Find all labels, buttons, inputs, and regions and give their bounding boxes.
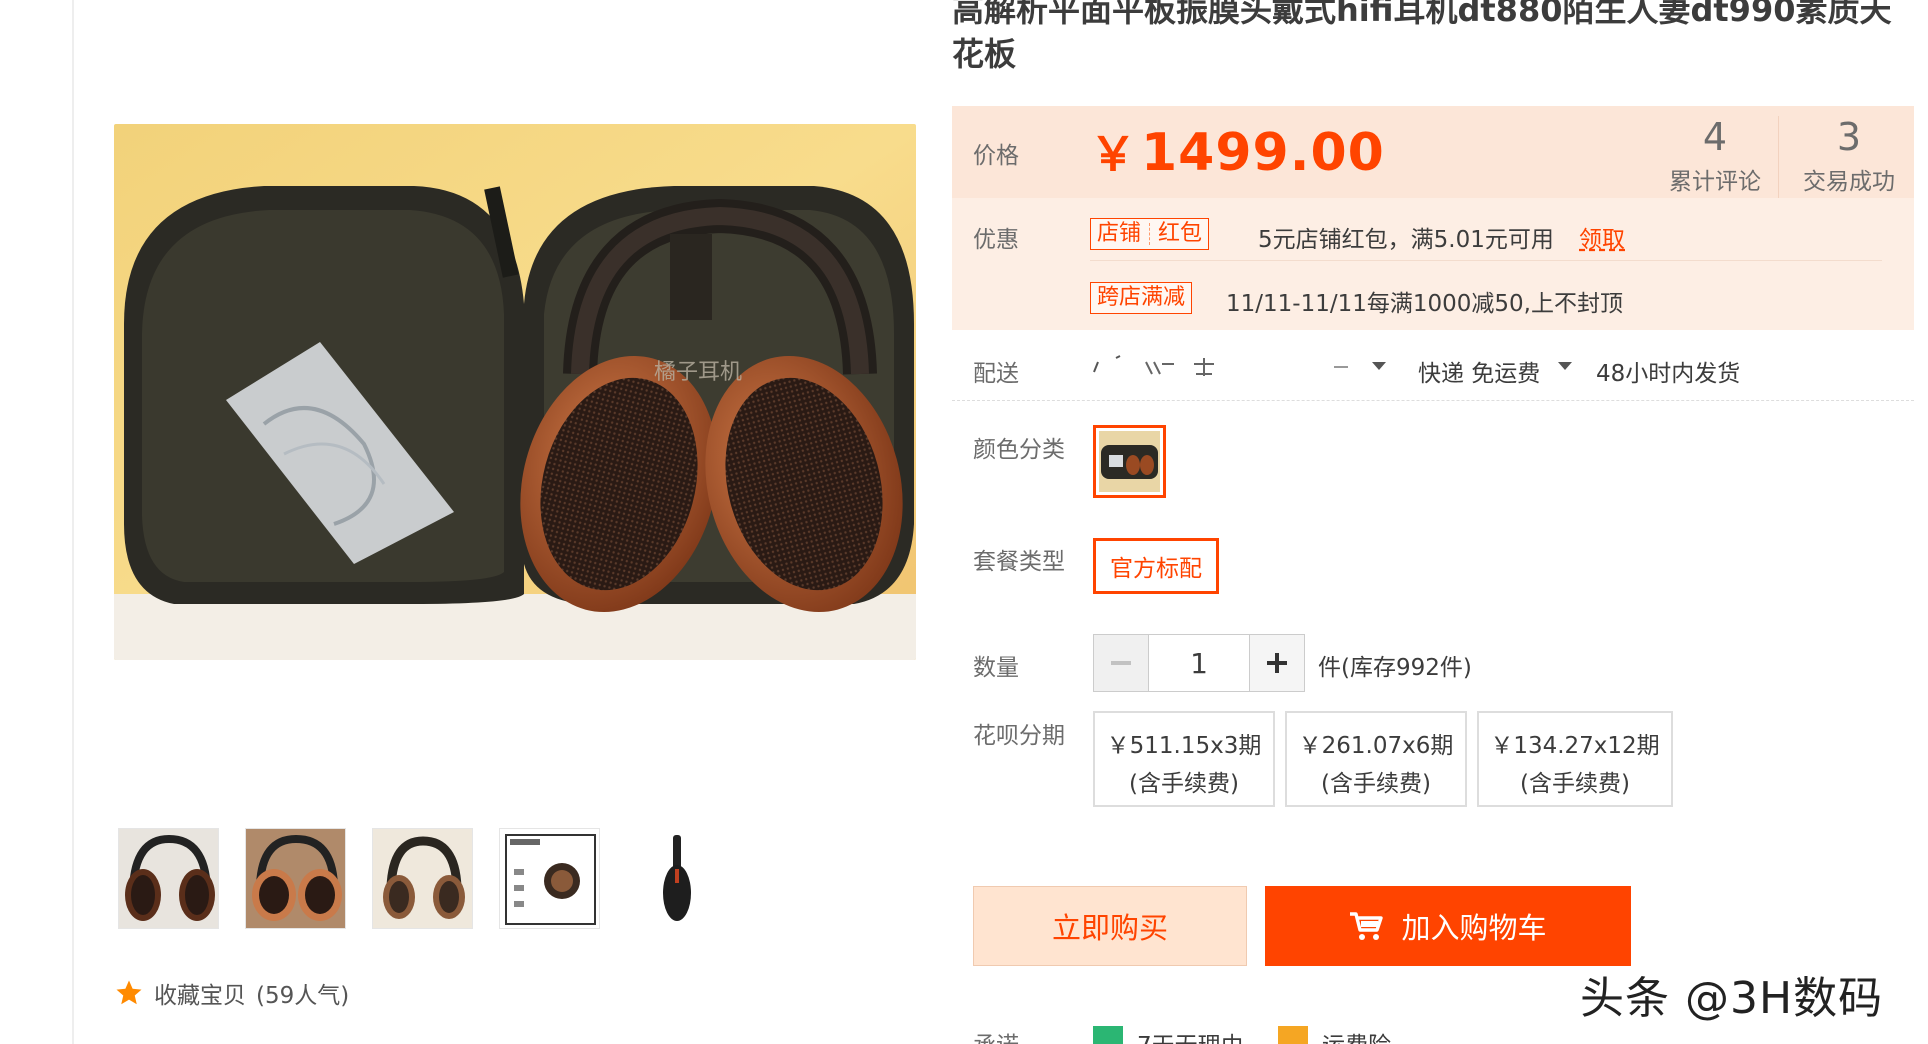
installment-amount: ￥261.07x6期 [1298,733,1454,759]
cross-store-discount-tag: 跨店满减 [1090,282,1193,314]
buy-now-button[interactable]: 立即购买 [973,886,1247,966]
thumbnail-1[interactable] [118,828,219,929]
thumbnail-image [627,829,726,928]
color-label: 颜色分类 [973,437,1065,463]
source-watermark: 头条 @3H数码 [1580,973,1884,1024]
promise-label: 承诺 [973,1026,1019,1044]
thumbnail-5[interactable] [626,828,727,929]
favorite-link[interactable]: 收藏宝贝 (59人气) [114,976,349,1010]
add-to-cart-label: 加入购物车 [1401,911,1547,945]
thumbnail-image [119,829,218,928]
delivery-label: 配送 [973,361,1019,387]
review-count: 4 [1702,115,1728,159]
thumbnail-2[interactable] [245,828,346,929]
headphone-case-photo: 橘子耳机 [114,124,916,660]
installment-amount: ￥134.27x12期 [1490,733,1660,759]
installment-option-6[interactable]: ￥261.07x6期 (含手续费) [1285,711,1467,807]
star-icon [116,980,142,1005]
thumbnail-3[interactable] [372,828,473,929]
product-title: 高解析平面平板振膜头戴式hifi耳机dt880陌生人妻dt990素质天花板 [952,0,1892,73]
installment-label: 花呗分期 [973,723,1065,749]
installment-option-12[interactable]: ￥134.27x12期 (含手续费) [1477,711,1673,807]
add-to-cart-button[interactable]: 加入购物车 [1265,886,1631,966]
minus-icon [1111,661,1131,665]
promo-divider [1090,260,1882,261]
shopping-cart-icon [1350,912,1384,940]
quantity-input[interactable]: 1 [1149,634,1249,692]
shipping-insurance-icon [1278,1026,1308,1044]
chevron-down-icon[interactable] [1372,362,1386,370]
package-option-official[interactable]: 官方标配 [1093,538,1219,594]
color-swatch-selected[interactable] [1093,425,1166,498]
installment-amount: ￥511.15x3期 [1106,733,1262,759]
thumbnail-strip [118,828,727,929]
coupon-tag-left: 店铺 [1097,221,1142,246]
price-label: 价格 [973,143,1019,169]
discount-tag-text: 跨店满减 [1097,285,1186,310]
address-redaction-mark [1334,366,1348,368]
section-divider [952,400,1914,401]
coupon-tag-separator [1149,223,1151,245]
installment-fee-note: (含手续费) [1321,771,1431,797]
thumbnail-4[interactable] [499,828,600,929]
color-swatch-image [1099,431,1160,492]
thumbnail-image [373,829,472,928]
page-left-divider [72,0,74,1044]
discount-text: 11/11-11/11每满1000减50,上不封顶 [1226,291,1623,317]
installment-fee-note: (含手续费) [1520,771,1630,797]
quantity-increase-button[interactable] [1249,634,1305,692]
plus-icon [1267,653,1287,673]
sales-count: 3 [1836,115,1862,159]
chevron-down-icon[interactable] [1558,362,1572,370]
review-count-stat[interactable]: 4 累计评论 [1650,114,1780,196]
shipping-insurance-text[interactable]: 运费险 [1322,1026,1391,1044]
favorite-count: (59人气) [256,983,350,1009]
coupon-text: 5元店铺红包，满5.01元可用 [1258,227,1554,253]
quantity-label: 数量 [973,655,1019,681]
installment-option-3[interactable]: ￥511.15x3期 (含手续费) [1093,711,1275,807]
seven-day-return-text[interactable]: 7天无理由 [1137,1026,1244,1044]
main-product-image[interactable]: 橘子耳机 [114,124,916,660]
review-count-label: 累计评论 [1669,169,1761,195]
shop-coupon-tag: 店铺 红包 [1090,218,1210,250]
thumbnail-image [246,829,345,928]
image-watermark: 橘子耳机 [654,360,742,385]
quantity-stepper: 1 [1093,634,1305,692]
dispatch-time: 48小时内发货 [1596,361,1741,387]
promo-label: 优惠 [973,227,1019,253]
stock-info: 件(库存992件) [1318,655,1472,681]
favorite-label: 收藏宝贝 [154,983,246,1009]
price-value: ￥1499.00 [1090,118,1385,184]
thumbnail-image [500,829,599,928]
price-currency: ￥ [1090,127,1137,181]
sales-count-stat: 3 交易成功 [1784,114,1914,196]
stat-divider [1778,116,1779,198]
delivery-address-redacted[interactable] [1090,350,1240,380]
quantity-decrease-button[interactable] [1093,634,1149,692]
installment-fee-note: (含手续费) [1129,771,1239,797]
claim-coupon-link[interactable]: 领取 [1579,220,1625,254]
price-amount: 1499.00 [1141,123,1385,183]
shipping-method[interactable]: 快递 免运费 [1418,354,1540,388]
package-label: 套餐类型 [973,549,1065,575]
coupon-tag-right: 红包 [1158,221,1203,246]
seven-day-return-icon [1093,1026,1123,1044]
sales-count-label: 交易成功 [1803,169,1895,195]
price-panel: 价格 ￥1499.00 4 累计评论 3 交易成功 优惠 店铺 红包 5元店铺红… [952,106,1914,330]
